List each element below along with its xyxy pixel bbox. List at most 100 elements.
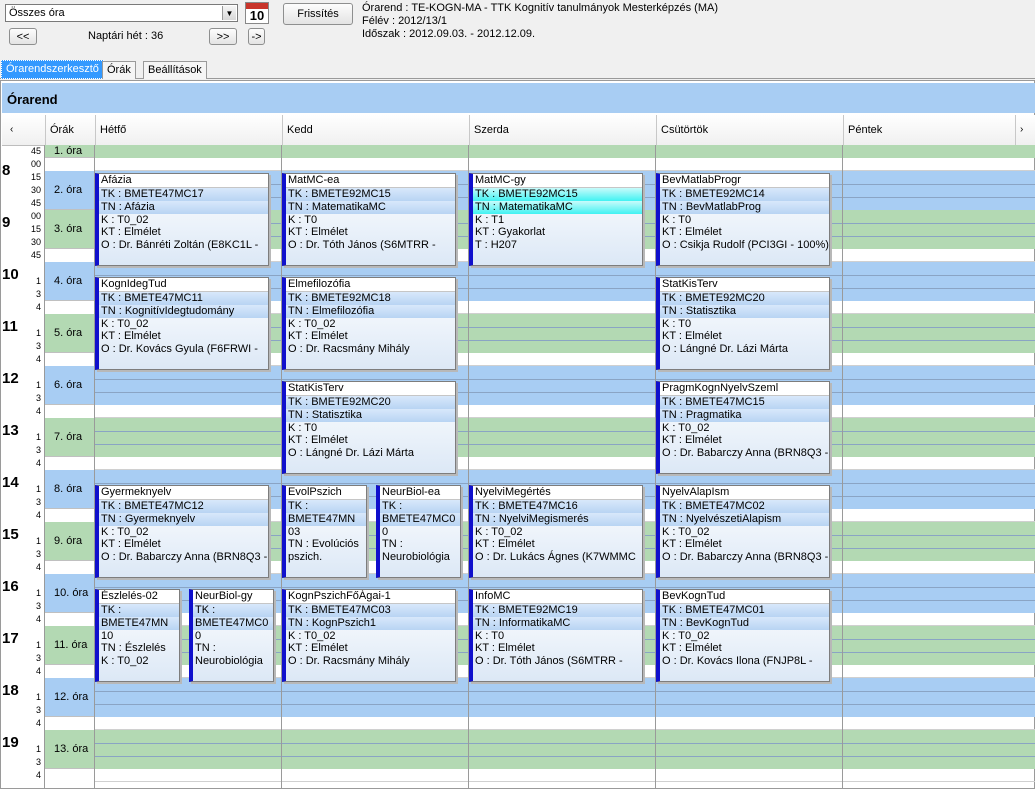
time-minute-label: 45: [30, 198, 41, 208]
time-minute-label: 30: [30, 237, 41, 247]
grid-line: [94, 704, 1035, 705]
time-minute-label: 1: [35, 484, 41, 494]
class-card-title: BevKognTud: [660, 590, 829, 604]
period-label: 1. óra: [44, 145, 94, 158]
class-card-line: TK : BMETE92MC19: [473, 604, 642, 617]
col-header-monday[interactable]: Hétfő: [96, 115, 283, 146]
class-card-line: O : Dr. Kovács Gyula (F6FRWI -: [101, 343, 258, 356]
class-card-line: O : Csikja Rudolf (PCI3GI - 100%): [662, 239, 829, 252]
class-card-line: BMETE47MN: [99, 616, 179, 630]
grid-line: [94, 587, 1035, 588]
tab-schedule-editor[interactable]: Órarendszerkesztő: [1, 60, 104, 79]
class-card-line: O : Dr. Racsmány Mihály: [288, 655, 410, 668]
class-card[interactable]: BevKognTud TK : BMETE47MC01 TN : BevKognTu…: [656, 589, 830, 682]
class-card-title: MatMC-ea: [286, 174, 455, 188]
class-card-title: NeurBiol-gy: [193, 590, 273, 604]
time-minute-label: 3: [35, 601, 41, 611]
schedule-filter-combo[interactable]: Összes óra ▼: [5, 4, 238, 22]
grid-column-divider: [44, 145, 45, 789]
prev-week-button[interactable]: <<: [9, 28, 37, 45]
class-card-line: TN : Elmefilozófia: [286, 304, 455, 318]
calendar-icon[interactable]: 10: [245, 2, 269, 24]
time-minute-label: 45: [30, 250, 41, 260]
tab-strip: Órarendszerkesztő Órák Beállítások: [0, 60, 1035, 79]
grid-band: [94, 678, 1035, 717]
class-card-title: InfoMC: [473, 590, 642, 604]
class-card-title: NyelviMegértés: [473, 486, 642, 500]
class-card-line: 0: [382, 525, 389, 538]
col-header-tuesday[interactable]: Kedd: [283, 115, 470, 146]
class-card-line: O : Dr. Tóth János (S6MTRR -: [475, 655, 623, 668]
class-card-title: KognIdegTud: [99, 278, 268, 292]
period-label: 3. óra: [44, 210, 94, 249]
class-card-line: K : T0_02: [288, 629, 336, 642]
class-card[interactable]: MatMC-ea TK : BMETE92MC15 TN : MatematikaM…: [282, 173, 456, 266]
class-card-line: O : Lángné Dr. Lázi Márta: [288, 447, 414, 460]
class-card-title: Elmefilozófia: [286, 278, 455, 292]
class-card[interactable]: MatMC-gy TK : BMETE92MC15 TN : MatematikaM…: [469, 173, 643, 266]
panel-title: Órarend: [2, 83, 1035, 113]
chevron-down-icon[interactable]: ▼: [222, 6, 236, 20]
last-week-button[interactable]: ->: [248, 28, 265, 45]
refresh-button[interactable]: Frissítés: [283, 3, 353, 25]
class-card[interactable]: KognIdegTud TK : BMETE47MC11 TN : Kognitív…: [95, 277, 269, 370]
grid-column-divider: [842, 145, 843, 789]
time-minute-label: 4: [35, 666, 41, 676]
schedule-grid[interactable]: 1. óra 2. óra 3. óra 4. óra 5. óra 6. óra 7. ó…: [0, 145, 1035, 789]
class-card-line: KT : Elmélet: [662, 330, 722, 343]
grid-row: [94, 769, 1035, 782]
class-card-title: NeurBiol-ea: [380, 486, 460, 500]
period-label: 2. óra: [44, 171, 94, 210]
time-minute-label: 15: [30, 172, 41, 182]
class-card[interactable]: NeurBiol-ea TK : BMETE47MC0 0 TN : Neurobioló…: [376, 485, 461, 578]
class-card[interactable]: StatKisTerv TK : BMETE92MC20 TN : Statiszt…: [656, 277, 830, 370]
class-card-line: TK :: [193, 604, 273, 617]
class-card[interactable]: PragmKognNyelvSzeml TK : BMETE47MC15 TN : …: [656, 381, 830, 474]
class-card[interactable]: EvolPszich TK : BMETE47MN 03 TN : Evolúciós p…: [282, 485, 367, 578]
tab-classes[interactable]: Órák: [102, 61, 136, 79]
scroll-left-button[interactable]: ‹: [2, 115, 46, 146]
class-card-line: BMETE47MC0: [380, 512, 460, 526]
grid-band: [94, 366, 1035, 405]
col-header-friday[interactable]: Péntek: [844, 115, 1016, 146]
grid-line: [94, 431, 1035, 432]
time-minute-label: 3: [35, 705, 41, 715]
class-card-line: TN : Afázia: [99, 200, 268, 214]
class-card[interactable]: BevMatlabProgr TK : BMETE92MC14 TN : BevMa…: [656, 173, 830, 266]
class-card[interactable]: NeurBiol-gy TK : BMETE47MC0 0 TN : Neurobioló…: [189, 589, 274, 682]
class-card[interactable]: Elmefilozófia TK : BMETE92MC18 TN : Elmefi…: [282, 277, 456, 370]
class-card[interactable]: Észlelés-02 TK : BMETE47MN 10 TN : Észlelés K…: [95, 589, 180, 682]
class-card-line: K : T0_02: [101, 525, 149, 538]
class-card-title: PragmKognNyelvSzeml: [660, 382, 829, 396]
class-card-title: NyelvAlapIsm: [660, 486, 829, 500]
time-minute-label: 4: [35, 458, 41, 468]
combo-value: Összes óra: [9, 7, 65, 19]
class-card[interactable]: Gyermeknyelv TK : BMETE47MC12 TN : Gyermek…: [95, 485, 269, 578]
class-card-line: O : Dr. Tóth János (S6MTRR -: [288, 239, 436, 252]
class-card[interactable]: NyelvAlapIsm TK : BMETE47MC02 TN : Nyelvés…: [656, 485, 830, 578]
class-card-line: BMETE47MN: [286, 512, 366, 526]
time-minute-label: 3: [35, 445, 41, 455]
grid-line: [94, 743, 1035, 744]
class-card[interactable]: KognPszichFőÁgai-1 TK : BMETE47MC03 TN : K…: [282, 589, 456, 682]
period-label: 12. óra: [44, 678, 94, 717]
class-card[interactable]: Afázia TK : BMETE47MC17 TN : Afázia K : T0_…: [95, 173, 269, 266]
class-card[interactable]: InfoMC TK : BMETE92MC19 TN : InformatikaMC…: [469, 589, 643, 682]
class-card[interactable]: StatKisTerv TK : BMETE92MC20 TN : Statiszt…: [282, 381, 456, 474]
class-card-line: KT : Elmélet: [101, 538, 161, 551]
class-card-line: TK : BMETE47MC02: [660, 500, 829, 513]
tab-settings[interactable]: Beállítások: [143, 61, 207, 79]
schedule-name: Órarend : TE-KOGN-MA - TTK Kognitív tanu…: [362, 2, 718, 14]
grid-line: [94, 691, 1035, 692]
scroll-right-button[interactable]: ›: [1016, 115, 1035, 146]
col-header-wednesday[interactable]: Szerda: [470, 115, 657, 146]
col-header-thursday[interactable]: Csütörtök: [657, 115, 844, 146]
class-card-title: Afázia: [99, 174, 268, 188]
class-card-line: K : T0_02: [662, 525, 710, 538]
time-minute-label: 4: [35, 510, 41, 520]
time-minute-label: 3: [35, 341, 41, 351]
next-week-button[interactable]: >>: [209, 28, 237, 45]
time-minute-label: 45: [30, 146, 41, 156]
class-card[interactable]: NyelviMegértés TK : BMETE47MC16 TN : Nyelv…: [469, 485, 643, 578]
class-card-line: Neurobiológia: [382, 551, 450, 564]
